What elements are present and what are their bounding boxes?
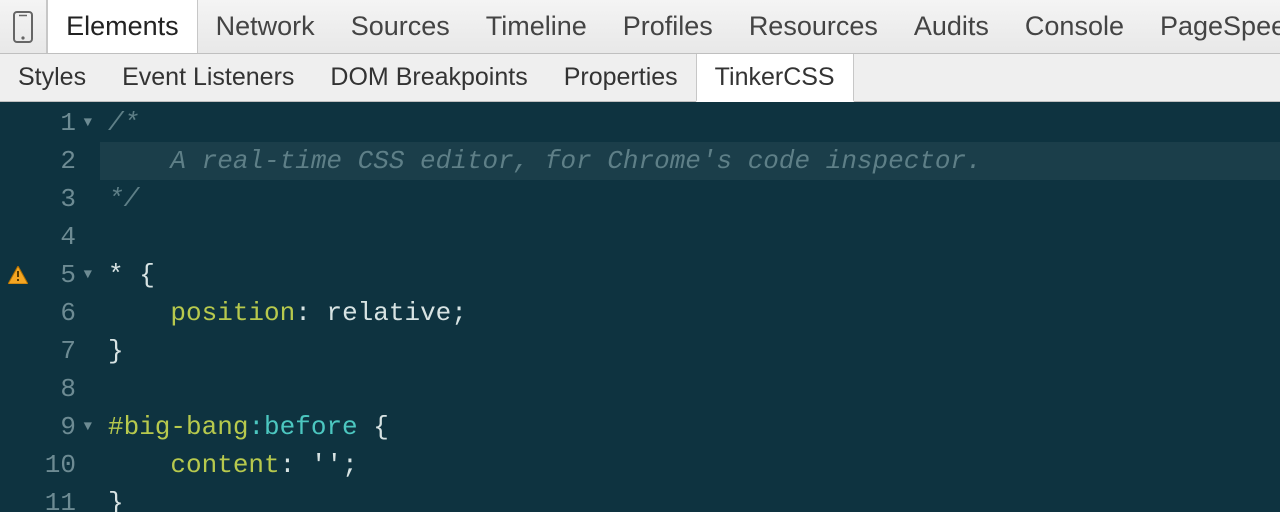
code-token	[108, 446, 170, 484]
line-number: 6	[60, 294, 76, 332]
subtab-tinkercss[interactable]: TinkerCSS	[696, 54, 854, 102]
code-line[interactable]: * {	[108, 256, 1280, 294]
tab-pagespeed[interactable]: PageSpee	[1142, 0, 1280, 53]
elements-panel-tabbar: Styles Event Listeners DOM Breakpoints P…	[0, 54, 1280, 102]
gutter-line: 9▼	[0, 408, 100, 446]
gutter-line: 2	[0, 142, 100, 180]
code-token	[108, 294, 170, 332]
line-number: 11	[45, 484, 76, 512]
phone-icon	[13, 11, 33, 43]
code-line[interactable]: A real-time CSS editor, for Chrome's cod…	[100, 142, 1280, 180]
subtab-properties[interactable]: Properties	[546, 54, 696, 101]
line-number: 2	[60, 142, 76, 180]
tab-label: Elements	[66, 11, 179, 42]
code-token: */	[108, 180, 139, 218]
css-editor[interactable]: 1▼2345▼6789▼1011 /* A real-time CSS edit…	[0, 102, 1280, 512]
code-token: :	[280, 446, 311, 484]
tab-audits[interactable]: Audits	[896, 0, 1007, 53]
code-token: {	[373, 408, 389, 446]
gutter-line: 10	[0, 446, 100, 484]
line-number: 3	[60, 180, 76, 218]
subtab-styles[interactable]: Styles	[0, 54, 104, 101]
subtab-label: Properties	[564, 63, 678, 92]
fold-toggle-icon[interactable]: ▼	[80, 104, 92, 142]
code-token: :before	[248, 408, 357, 446]
code-line[interactable]	[108, 218, 1280, 256]
subtab-dom-breakpoints[interactable]: DOM Breakpoints	[312, 54, 545, 101]
tab-label: Profiles	[623, 11, 713, 42]
code-token: }	[108, 332, 124, 370]
subtab-label: Event Listeners	[122, 63, 294, 92]
subtab-label: DOM Breakpoints	[330, 63, 527, 92]
tab-resources[interactable]: Resources	[731, 0, 896, 53]
line-number: 4	[60, 218, 76, 256]
tab-network[interactable]: Network	[198, 0, 333, 53]
code-token: *	[108, 256, 139, 294]
line-number: 9	[60, 408, 76, 446]
code-token: content	[170, 446, 279, 484]
gutter-line: 11	[0, 484, 100, 512]
tab-sources[interactable]: Sources	[333, 0, 468, 53]
code-token: position	[170, 294, 295, 332]
tab-elements[interactable]: Elements	[47, 0, 198, 53]
tab-timeline[interactable]: Timeline	[468, 0, 605, 53]
tab-label: Console	[1025, 11, 1124, 42]
tab-label: Sources	[351, 11, 450, 42]
code-token: }	[108, 484, 124, 512]
code-token: :	[295, 294, 326, 332]
fold-toggle-icon[interactable]: ▼	[80, 256, 92, 294]
code-token: /*	[108, 104, 139, 142]
code-token: A real-time CSS editor, for Chrome's cod…	[108, 142, 982, 180]
code-token: ;	[451, 294, 467, 332]
subtab-event-listeners[interactable]: Event Listeners	[104, 54, 312, 101]
fold-toggle-icon[interactable]: ▼	[80, 408, 92, 446]
line-number: 5	[60, 256, 76, 294]
warning-icon	[8, 266, 28, 284]
devtools-main-toolbar: Elements Network Sources Timeline Profil…	[0, 0, 1280, 54]
tab-label: Resources	[749, 11, 878, 42]
tab-label: PageSpee	[1160, 11, 1280, 42]
code-line[interactable]: #big-bang:before {	[108, 408, 1280, 446]
line-number: 8	[60, 370, 76, 408]
tab-label: Audits	[914, 11, 989, 42]
gutter-line: 8	[0, 370, 100, 408]
line-number: 10	[45, 446, 76, 484]
code-token: ;	[342, 446, 358, 484]
code-line[interactable]: content: '';	[108, 446, 1280, 484]
code-token: relative	[326, 294, 451, 332]
code-line[interactable]: */	[108, 180, 1280, 218]
editor-gutter: 1▼2345▼6789▼1011	[0, 102, 100, 512]
code-token: {	[139, 256, 155, 294]
code-line[interactable]: /*	[108, 104, 1280, 142]
code-line[interactable]: }	[108, 332, 1280, 370]
gutter-line: 4	[0, 218, 100, 256]
line-number: 7	[60, 332, 76, 370]
gutter-line: 3	[0, 180, 100, 218]
gutter-line: 7	[0, 332, 100, 370]
tab-console[interactable]: Console	[1007, 0, 1142, 53]
code-line[interactable]: }	[108, 484, 1280, 512]
code-token: #big-bang	[108, 408, 248, 446]
gutter-line: 1▼	[0, 104, 100, 142]
tab-label: Network	[216, 11, 315, 42]
editor-code[interactable]: /* A real-time CSS editor, for Chrome's …	[100, 102, 1280, 512]
subtab-label: Styles	[18, 63, 86, 92]
code-line[interactable]: position: relative;	[108, 294, 1280, 332]
tab-profiles[interactable]: Profiles	[605, 0, 731, 53]
line-number: 1	[60, 104, 76, 142]
gutter-line: 5▼	[0, 256, 100, 294]
code-token	[358, 408, 374, 446]
code-token: ''	[311, 446, 342, 484]
device-mode-button[interactable]	[0, 0, 47, 53]
code-line[interactable]	[108, 370, 1280, 408]
subtab-label: TinkerCSS	[715, 63, 835, 92]
tab-label: Timeline	[486, 11, 587, 42]
gutter-line: 6	[0, 294, 100, 332]
